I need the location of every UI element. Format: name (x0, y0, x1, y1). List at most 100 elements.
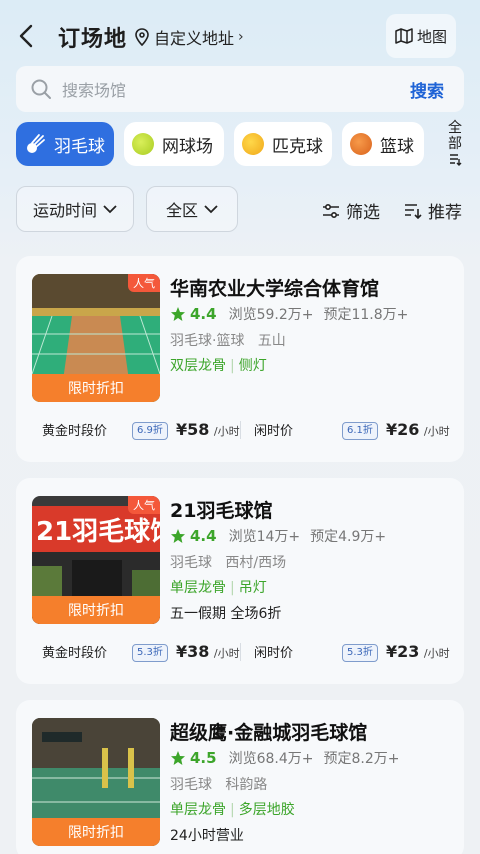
map-icon (395, 28, 413, 44)
area-label: 全区 (165, 201, 198, 220)
promo-banner: 限时折扣 (32, 374, 160, 402)
venue-features: 单层龙骨 | 多层地胶 (170, 802, 295, 818)
search-button[interactable]: 搜索 (410, 77, 444, 102)
venue-note: 五一假期 全场6折 (170, 606, 282, 622)
sport-tags: 羽毛球 (170, 555, 212, 571)
area-tag: 西村/西场 (225, 555, 287, 571)
peak-price: ¥58 /小时 (176, 420, 240, 439)
peak-price-label: 黄金时段价 (42, 424, 108, 439)
peak-price-label: 黄金时段价 (42, 646, 108, 661)
idle-price-label: 闲时价 (254, 646, 294, 661)
venue-features: 双层龙骨 | 侧灯 (170, 358, 267, 374)
idle-price: ¥26 /小时 (386, 420, 450, 439)
search-input[interactable]: 搜索场馆 (62, 77, 410, 101)
category-label: 匹克球 (272, 136, 323, 157)
filter-button[interactable]: 筛选 (322, 198, 380, 223)
category-label: 网球场 (162, 136, 213, 157)
venue-tags: 羽毛球 科韵路 (170, 774, 267, 794)
booking-count: 预定8.2万+ (323, 751, 400, 767)
venue-name: 21羽毛球馆 (170, 500, 273, 522)
badminton-icon (27, 134, 45, 153)
feature-tag: 侧灯 (238, 358, 267, 374)
location-selector[interactable]: 自定义地址 › (134, 24, 244, 50)
rating: 4.5 (190, 749, 217, 767)
booking-count: 预定4.9万+ (310, 529, 387, 545)
venue-card[interactable]: 人气 限时折扣 华南农业大学综合体育馆 4.4 浏览59.2万+ 预定11.8万… (16, 256, 464, 462)
category-chip-badminton[interactable]: 羽毛球 (16, 122, 114, 166)
price-row: 黄金时段价 6.9折 ¥58 /小时 闲时价 6.1折 ¥26 /小时 (16, 416, 464, 444)
price-row: 黄金时段价 5.3折 ¥38 /小时 闲时价 5.3折 ¥23 /小时 (16, 638, 464, 666)
view-count: 浏览14万+ (228, 529, 301, 545)
chevron-right-icon: › (238, 29, 244, 45)
back-button[interactable] (14, 22, 40, 50)
venue-photo: 限时折扣 (32, 718, 160, 846)
location-pin-icon (135, 28, 149, 46)
venue-stats: 4.4 浏览14万+ 预定4.9万+ (170, 526, 386, 546)
idle-discount-badge: 5.3折 (342, 644, 378, 662)
pickleball-icon (242, 133, 264, 155)
promo-banner: 限时折扣 (32, 818, 160, 846)
category-label: 羽毛球 (54, 136, 105, 157)
venue-stats: 4.4 浏览59.2万+ 预定11.8万+ (170, 304, 408, 324)
tennis-ball-icon (132, 133, 154, 155)
peak-discount-badge: 6.9折 (132, 422, 168, 440)
category-label: 篮球 (380, 136, 414, 157)
filter-label: 筛选 (346, 203, 380, 223)
sport-time-label: 运动时间 (32, 201, 97, 220)
feature-tag: 双层龙骨 (170, 358, 226, 374)
idle-price: ¥23 /小时 (386, 642, 450, 661)
basketball-icon (350, 133, 372, 155)
venue-stats: 4.5 浏览68.4万+ 预定8.2万+ (170, 748, 399, 768)
venue-features: 单层龙骨 | 吊灯 (170, 580, 267, 596)
star-icon (171, 307, 185, 321)
booking-count: 预定11.8万+ (323, 307, 409, 323)
sort-button[interactable]: 推荐 (404, 198, 462, 223)
map-button[interactable]: 地图 (386, 14, 456, 58)
map-label: 地图 (416, 27, 447, 46)
venue-photo: 人气 限时折扣 (32, 274, 160, 402)
search-bar[interactable]: 搜索场馆 搜索 (16, 66, 464, 112)
all-label-line2: 部 (448, 136, 462, 152)
venue-card[interactable]: 限时折扣 超级鹰·金融城羽毛球馆 4.5 浏览68.4万+ 预定8.2万+ 羽毛… (16, 700, 464, 854)
rating: 4.4 (190, 305, 217, 323)
rating: 4.4 (190, 527, 217, 545)
venue-name: 华南农业大学综合体育馆 (170, 278, 380, 300)
all-categories-button[interactable]: 全 部 (442, 120, 468, 170)
star-icon (171, 529, 185, 543)
view-count: 浏览59.2万+ (228, 307, 314, 323)
search-icon (31, 79, 51, 99)
sport-time-dropdown[interactable]: 运动时间 (16, 186, 134, 232)
venue-card[interactable]: 21羽毛球馆 人气 限时折扣 21羽毛球馆 4.4 浏览14万+ 预定4.9万+… (16, 478, 464, 684)
venue-tags: 羽毛球·篮球 五山 (170, 330, 286, 350)
category-chip-basketball[interactable]: 篮球 (342, 122, 424, 166)
chevron-down-icon (204, 205, 218, 214)
feature-tag: 单层龙骨 (170, 802, 226, 818)
idle-discount-badge: 6.1折 (342, 422, 378, 440)
promo-banner: 限时折扣 (32, 596, 160, 624)
chevron-down-icon (103, 205, 117, 214)
feature-tag: 多层地胶 (238, 802, 295, 818)
area-tag: 科韵路 (225, 777, 268, 793)
peak-discount-badge: 5.3折 (132, 644, 168, 662)
area-dropdown[interactable]: 全区 (146, 186, 238, 232)
chevron-left-icon (19, 24, 33, 48)
category-chip-pickleball[interactable]: 匹克球 (234, 122, 332, 166)
category-chip-tennis[interactable]: 网球场 (124, 122, 224, 166)
view-count: 浏览68.4万+ (228, 751, 314, 767)
svg-text:21羽毛球馆: 21羽毛球馆 (36, 516, 160, 547)
feature-tag: 单层龙骨 (170, 580, 226, 596)
sort-label: 推荐 (428, 203, 462, 223)
location-label: 自定义地址 (154, 29, 235, 48)
sort-down-icon (450, 154, 462, 166)
idle-price-label: 闲时价 (254, 424, 294, 439)
sport-tags: 羽毛球 (170, 777, 212, 793)
divider (240, 421, 241, 439)
sport-tags: 羽毛球·篮球 (170, 333, 245, 349)
filter-sliders-icon (323, 203, 339, 218)
divider (240, 643, 241, 661)
feature-tag: 吊灯 (238, 580, 267, 596)
page-title: 订场地 (58, 27, 128, 52)
peak-price: ¥38 /小时 (176, 642, 240, 661)
hot-badge: 人气 (128, 496, 160, 514)
venue-tags: 羽毛球 西村/西场 (170, 552, 286, 572)
